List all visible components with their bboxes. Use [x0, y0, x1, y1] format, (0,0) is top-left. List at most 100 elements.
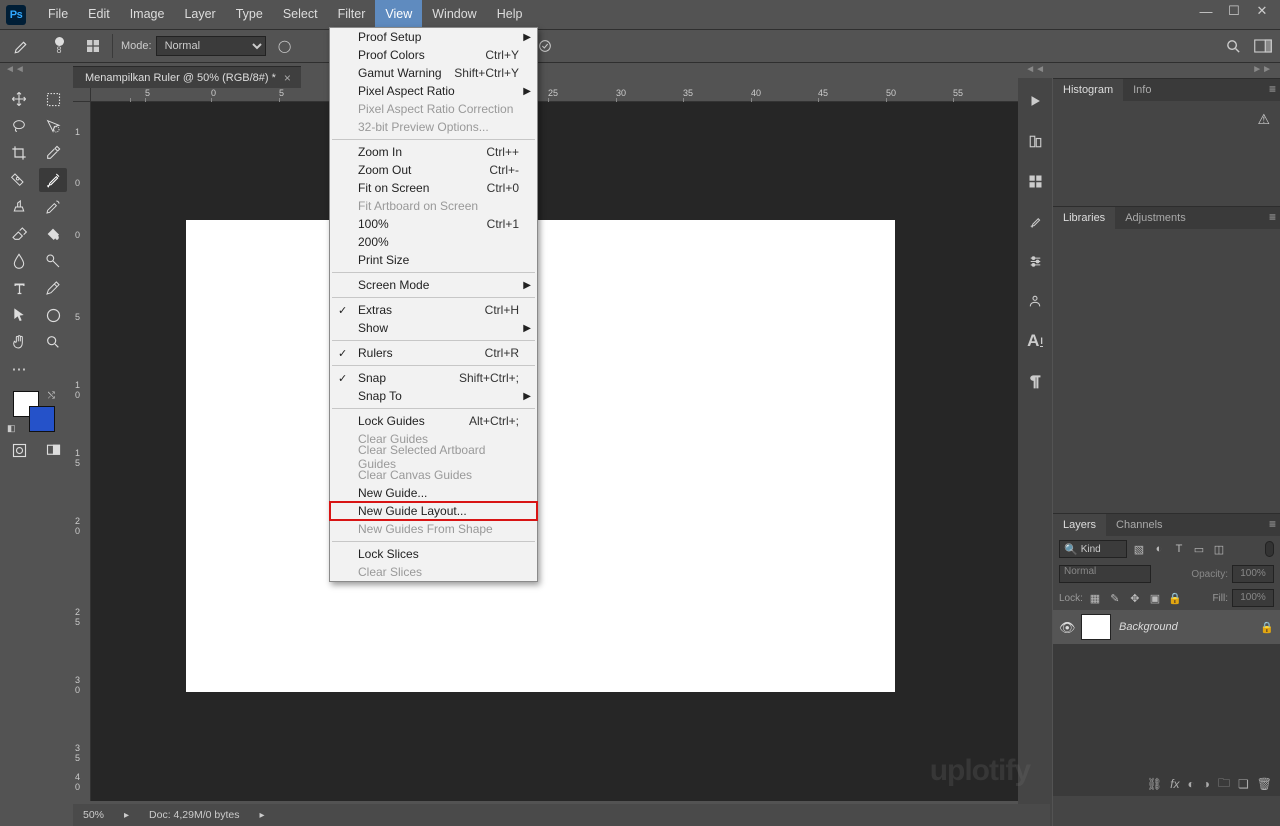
- lasso-tool[interactable]: [5, 114, 33, 138]
- tool-overflow[interactable]: ⋯: [5, 357, 33, 381]
- current-tool-icon[interactable]: [8, 35, 36, 57]
- collapse-grip-right[interactable]: ►►: [1252, 64, 1272, 75]
- eraser-tool[interactable]: [5, 222, 33, 246]
- brush-tool[interactable]: [39, 168, 67, 192]
- opacity-input[interactable]: 100%: [1232, 565, 1274, 583]
- collapse-grip-mid[interactable]: ◄◄: [1025, 64, 1045, 75]
- clone-stamp-tool[interactable]: [5, 195, 33, 219]
- menu-help[interactable]: Help: [487, 0, 533, 29]
- workspace-switcher-icon[interactable]: [1252, 35, 1274, 57]
- character-icon[interactable]: AI: [1024, 330, 1046, 352]
- marquee-tool[interactable]: [39, 87, 67, 111]
- status-chevron[interactable]: ▸: [124, 810, 129, 821]
- move-tool[interactable]: [5, 87, 33, 111]
- shape-tool[interactable]: [39, 303, 67, 327]
- layer-visibility-icon[interactable]: 👁: [1059, 620, 1073, 634]
- adjustment-layer-icon[interactable]: ◑: [1203, 777, 1210, 791]
- swap-colors-icon[interactable]: ⤭: [48, 390, 55, 401]
- menu-layer[interactable]: Layer: [174, 0, 225, 29]
- menu-item-pixel-aspect-ratio[interactable]: Pixel Aspect Ratio▶: [330, 82, 537, 100]
- bucket-tool[interactable]: [39, 222, 67, 246]
- brush-size-preview[interactable]: 8: [44, 31, 74, 61]
- filter-shape-icon[interactable]: ▭: [1191, 541, 1207, 557]
- opacity-option-icon[interactable]: ◯: [274, 35, 296, 57]
- menu-item-100[interactable]: 100%Ctrl+1: [330, 215, 537, 233]
- layer-thumbnail[interactable]: [1081, 614, 1111, 640]
- menu-item-proof-setup[interactable]: Proof Setup▶: [330, 28, 537, 46]
- menu-item-rulers[interactable]: ✓RulersCtrl+R: [330, 344, 537, 362]
- document-tab-close-icon[interactable]: ×: [284, 71, 291, 85]
- menu-filter[interactable]: Filter: [328, 0, 376, 29]
- color-swatches[interactable]: ⤭ ◧: [5, 390, 67, 434]
- menu-item-gamut-warning[interactable]: Gamut WarningShift+Ctrl+Y: [330, 64, 537, 82]
- collapse-grip-left[interactable]: ◄◄: [5, 64, 25, 75]
- histogram-warning-icon[interactable]: ⚠: [1257, 111, 1270, 128]
- layer-name[interactable]: Background: [1119, 621, 1252, 633]
- lock-position-icon[interactable]: ✥: [1127, 590, 1143, 606]
- menu-item-proof-colors[interactable]: Proof ColorsCtrl+Y: [330, 46, 537, 64]
- delete-layer-icon[interactable]: 🗑: [1257, 777, 1272, 791]
- zoom-readout[interactable]: 50%: [83, 809, 104, 821]
- swatches-icon[interactable]: [1024, 170, 1046, 192]
- menu-item-200[interactable]: 200%: [330, 233, 537, 251]
- menu-item-zoom-out[interactable]: Zoom OutCtrl+-: [330, 161, 537, 179]
- window-minimize-button[interactable]: —: [1192, 0, 1220, 22]
- quick-mask-icon[interactable]: [5, 438, 33, 462]
- hand-tool[interactable]: [5, 330, 33, 354]
- lock-pixels-icon[interactable]: ✎: [1107, 590, 1123, 606]
- ruler-vertical[interactable]: 10051 01 52 02 53 03 54 0: [73, 102, 91, 801]
- panel-menu-icon[interactable]: ≡: [1269, 210, 1276, 224]
- fill-input[interactable]: 100%: [1232, 589, 1274, 607]
- menu-item-lock-guides[interactable]: Lock GuidesAlt+Ctrl+;: [330, 412, 537, 430]
- quick-select-tool[interactable]: [39, 114, 67, 138]
- crop-tool[interactable]: [5, 141, 33, 165]
- panel-menu-icon[interactable]: ≡: [1269, 517, 1276, 531]
- layer-mask-icon[interactable]: ◐: [1187, 777, 1194, 791]
- brushes-icon[interactable]: [1024, 210, 1046, 232]
- lock-artboard-icon[interactable]: ▣: [1147, 590, 1163, 606]
- menu-item-lock-slices[interactable]: Lock Slices: [330, 545, 537, 563]
- menu-item-fit-on-screen[interactable]: Fit on ScreenCtrl+0: [330, 179, 537, 197]
- document-tab[interactable]: Menampilkan Ruler @ 50% (RGB/8#) * ×: [73, 66, 301, 88]
- properties-icon[interactable]: [1024, 250, 1046, 272]
- tab-channels[interactable]: Channels: [1106, 514, 1172, 536]
- layer-group-icon[interactable]: 🗀: [1218, 774, 1230, 795]
- play-icon[interactable]: [1024, 90, 1046, 112]
- background-swatch[interactable]: [29, 406, 55, 432]
- menu-item-extras[interactable]: ✓ExtrasCtrl+H: [330, 301, 537, 319]
- menu-edit[interactable]: Edit: [78, 0, 120, 29]
- menu-image[interactable]: Image: [120, 0, 175, 29]
- status-chevron[interactable]: ▸: [260, 810, 265, 821]
- align-icon[interactable]: [1024, 130, 1046, 152]
- eyedropper-tool[interactable]: [39, 141, 67, 165]
- filter-type-icon[interactable]: T: [1171, 541, 1187, 557]
- menu-window[interactable]: Window: [422, 0, 486, 29]
- people-icon[interactable]: [1024, 290, 1046, 312]
- lock-all-icon[interactable]: 🔒: [1167, 590, 1183, 606]
- filter-adjust-icon[interactable]: ◐: [1151, 541, 1167, 557]
- menu-item-snap-to[interactable]: Snap To▶: [330, 387, 537, 405]
- panel-menu-icon[interactable]: ≡: [1269, 82, 1276, 96]
- zoom-tool[interactable]: [39, 330, 67, 354]
- menu-item-show[interactable]: Show▶: [330, 319, 537, 337]
- search-icon[interactable]: [1222, 35, 1244, 57]
- type-tool[interactable]: [5, 276, 33, 300]
- menu-item-new-guide[interactable]: New Guide...: [330, 484, 537, 502]
- default-colors-icon[interactable]: ◧: [7, 423, 16, 434]
- menu-item-zoom-in[interactable]: Zoom InCtrl++: [330, 143, 537, 161]
- paragraph-icon[interactable]: [1024, 370, 1046, 392]
- menu-type[interactable]: Type: [226, 0, 273, 29]
- screen-mode-icon[interactable]: [39, 438, 67, 462]
- tab-histogram[interactable]: Histogram: [1053, 79, 1123, 101]
- tab-libraries[interactable]: Libraries: [1053, 207, 1115, 229]
- layer-blend-select[interactable]: Normal: [1059, 565, 1151, 583]
- new-layer-icon[interactable]: ❏: [1238, 777, 1249, 791]
- menu-item-screen-mode[interactable]: Screen Mode▶: [330, 276, 537, 294]
- menu-item-snap[interactable]: ✓SnapShift+Ctrl+;: [330, 369, 537, 387]
- blend-mode-select[interactable]: Normal: [156, 36, 266, 56]
- layer-row[interactable]: 👁 Background 🔒: [1053, 610, 1280, 644]
- lock-transparent-icon[interactable]: ▦: [1087, 590, 1103, 606]
- filter-pixel-icon[interactable]: ▧: [1131, 541, 1147, 557]
- filter-toggle[interactable]: [1265, 541, 1274, 557]
- menu-view[interactable]: View: [375, 0, 422, 29]
